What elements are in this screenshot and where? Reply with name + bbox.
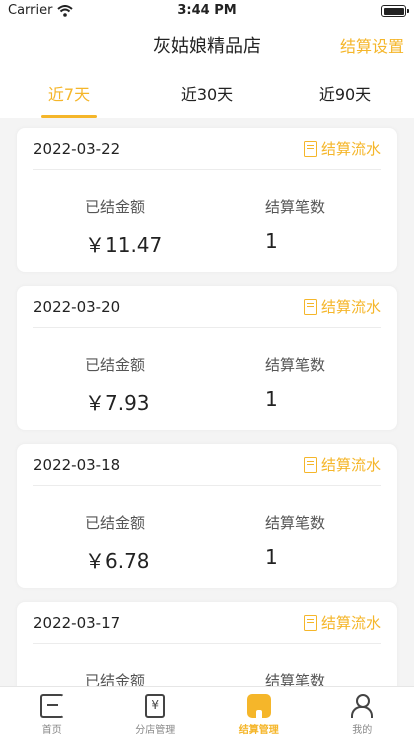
tab-7-days[interactable]: 近7天 bbox=[0, 66, 138, 118]
document-icon bbox=[303, 140, 317, 157]
home-icon bbox=[39, 694, 64, 718]
tabbar-mine[interactable]: 我的 bbox=[311, 687, 414, 736]
settlement-flow-label: 结算流水 bbox=[320, 456, 381, 474]
tab-label: 近90天 bbox=[318, 85, 372, 104]
settlement-count-value: 1 bbox=[265, 229, 278, 253]
tab-90-days[interactable]: 近90天 bbox=[276, 66, 414, 118]
tabbar-home[interactable]: 首页 bbox=[0, 687, 104, 736]
settled-amount-value: ￥7.93 bbox=[85, 391, 150, 415]
settlement-card: 2022-03-22 结算流水 已结金额 ￥11.47 结算笔数 1 bbox=[17, 128, 397, 272]
settled-amount-value: ￥11.47 bbox=[85, 233, 163, 257]
settlement-card: 2022-03-17 结算流水 已结金额 结算笔数 bbox=[17, 602, 397, 686]
settled-amount-label: 已结金额 bbox=[85, 198, 146, 216]
nav-bar: 灰姑娘精品店 结算设置 bbox=[0, 22, 414, 66]
document-icon bbox=[303, 456, 317, 473]
tabbar-label: 首页 bbox=[41, 725, 62, 736]
settlement-list[interactable]: 2022-03-22 结算流水 已结金额 ￥11.47 结算笔数 1 2022-… bbox=[0, 118, 414, 686]
settlement-card: 2022-03-20 结算流水 已结金额 ￥7.93 结算笔数 1 bbox=[17, 286, 397, 430]
tabbar-settlement-management[interactable]: 结算管理 bbox=[207, 687, 311, 736]
settlement-count-label: 结算笔数 bbox=[265, 514, 326, 532]
settlement-count-label: 结算笔数 bbox=[265, 356, 326, 374]
settlement-icon bbox=[246, 694, 271, 718]
settlement-date: 2022-03-20 bbox=[33, 297, 121, 316]
battery-icon bbox=[381, 5, 409, 17]
period-tabs: 近7天 近30天 近90天 bbox=[0, 66, 414, 118]
settlement-date: 2022-03-17 bbox=[33, 613, 121, 632]
settlement-count-label: 结算笔数 bbox=[265, 672, 326, 686]
status-bar: Carrier 3:44 PM bbox=[0, 0, 414, 22]
settled-amount-label: 已结金额 bbox=[85, 514, 146, 532]
settlement-count-value: 1 bbox=[265, 387, 278, 411]
tab-label: 近7天 bbox=[47, 85, 91, 104]
settlement-flow-link[interactable]: 结算流水 bbox=[303, 138, 381, 159]
tab-30-days[interactable]: 近30天 bbox=[138, 66, 276, 118]
settlement-flow-label: 结算流水 bbox=[320, 140, 381, 158]
document-icon bbox=[303, 298, 317, 315]
status-time: 3:44 PM bbox=[177, 3, 237, 18]
tabbar-label: 结算管理 bbox=[238, 725, 279, 736]
settled-amount-value: ￥6.78 bbox=[85, 549, 150, 573]
settlement-flow-label: 结算流水 bbox=[320, 614, 381, 632]
settlement-date: 2022-03-18 bbox=[33, 455, 121, 474]
settlement-count-value: 1 bbox=[265, 545, 278, 569]
tab-label: 近30天 bbox=[180, 85, 234, 104]
settlement-flow-link[interactable]: 结算流水 bbox=[303, 296, 381, 317]
settlement-flow-label: 结算流水 bbox=[320, 298, 381, 316]
settlement-date: 2022-03-22 bbox=[33, 139, 121, 158]
bottom-tab-bar: 首页 ¥ 分店管理 结算管理 我的 bbox=[0, 686, 414, 736]
settlement-card: 2022-03-18 结算流水 已结金额 ￥6.78 结算笔数 1 bbox=[17, 444, 397, 588]
document-icon bbox=[303, 614, 317, 631]
settlement-flow-link[interactable]: 结算流水 bbox=[303, 454, 381, 475]
tabbar-branch-management[interactable]: ¥ 分店管理 bbox=[104, 687, 208, 736]
settled-amount-label: 已结金额 bbox=[85, 672, 146, 686]
settled-amount-label: 已结金额 bbox=[85, 356, 146, 374]
settlement-settings-button[interactable]: 结算设置 bbox=[340, 33, 404, 57]
tabbar-label: 分店管理 bbox=[135, 725, 176, 736]
user-icon bbox=[350, 694, 374, 718]
shop-ledger-icon: ¥ bbox=[145, 694, 166, 718]
settlement-flow-link[interactable]: 结算流水 bbox=[303, 612, 381, 633]
settlement-count-label: 结算笔数 bbox=[265, 198, 326, 216]
tabbar-label: 我的 bbox=[352, 725, 373, 736]
